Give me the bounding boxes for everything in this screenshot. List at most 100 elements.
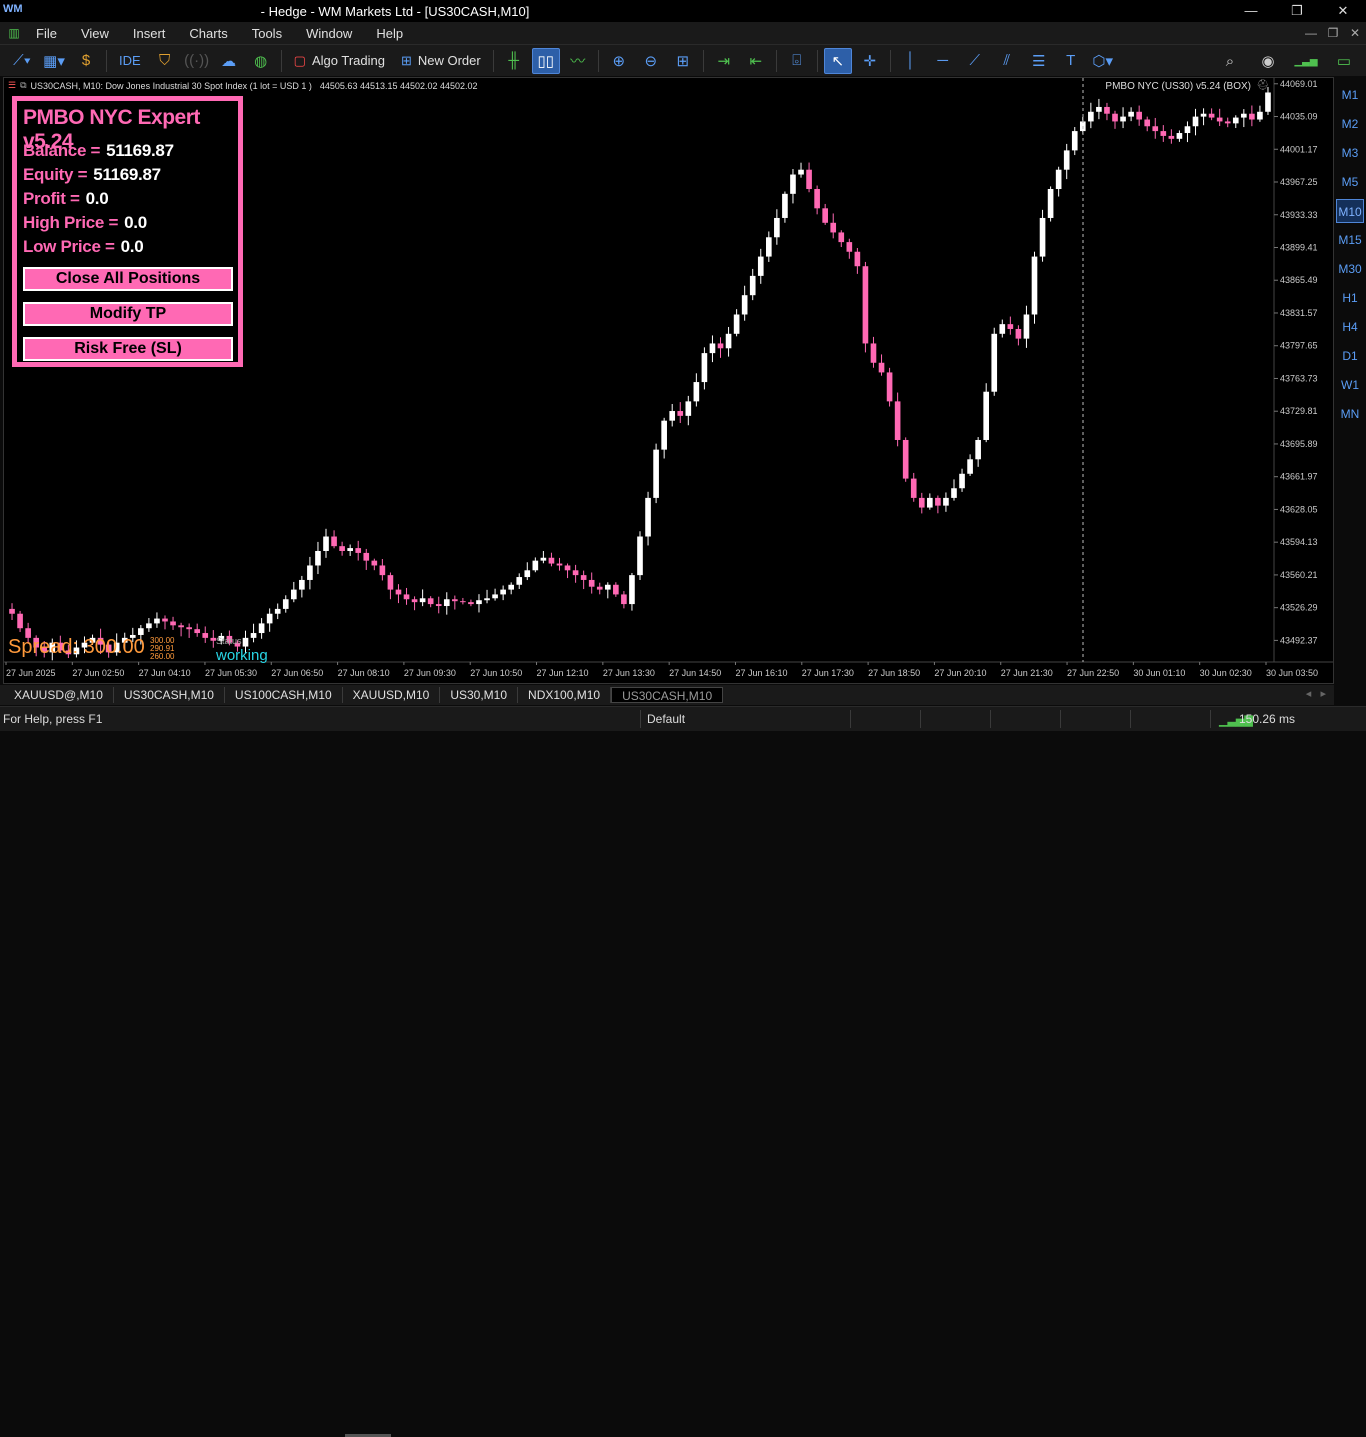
candle-body — [918, 497, 925, 508]
timeframe-m30[interactable]: M30 — [1336, 257, 1364, 281]
tab-us30-m10[interactable]: US30,M10 — [440, 687, 519, 703]
horizontal-line-icon[interactable]: ─ — [929, 48, 957, 74]
menu-window[interactable]: Window — [294, 26, 364, 41]
tab-xauusd-m10[interactable]: XAUUSD,M10 — [343, 687, 441, 703]
menu-file[interactable]: File — [24, 26, 69, 41]
ide-button[interactable]: IDE — [113, 48, 147, 74]
bar-chart-icon[interactable]: ╫ — [500, 48, 528, 74]
cloud-icon[interactable]: ☁ — [215, 48, 243, 74]
candle-body — [419, 598, 426, 603]
close-all-positions-button[interactable]: Close All Positions — [23, 267, 233, 291]
shapes-dropdown-icon[interactable]: ⬡▾ — [1089, 48, 1117, 74]
timeframe-mn[interactable]: MN — [1336, 402, 1364, 426]
timeframe-m2[interactable]: M2 — [1336, 112, 1364, 136]
tab-xauusd-at-m10[interactable]: XAUUSD@,M10 — [4, 687, 114, 703]
search-icon[interactable]: ⌕ — [1216, 48, 1244, 74]
chart-menu-icon[interactable]: ☰ — [8, 80, 16, 91]
timeframe-m15[interactable]: M15 — [1336, 228, 1364, 252]
screenshot-icon[interactable]: ⌻ — [783, 48, 811, 74]
menu-charts[interactable]: Charts — [177, 26, 239, 41]
candle-body — [323, 536, 329, 551]
candle-body — [556, 563, 563, 566]
y-tick-label: 43899.41 — [1280, 242, 1318, 252]
restore-button[interactable]: ❐ — [1274, 0, 1320, 22]
algo-trading-button[interactable]: ▢ Algo Trading — [288, 48, 391, 74]
zoom-in-icon[interactable]: ⊕ — [605, 48, 633, 74]
timeframe-m10[interactable]: M10 — [1336, 199, 1364, 223]
child-restore-icon[interactable]: ❐ — [1322, 22, 1344, 44]
status-label: Status — [216, 636, 242, 646]
child-close-icon[interactable]: ✕ — [1344, 22, 1366, 44]
y-tick-label: 43831.57 — [1280, 308, 1318, 318]
minimize-button[interactable]: — — [1228, 0, 1274, 22]
ping-value[interactable]: 150.26 ms — [1239, 712, 1295, 726]
candle-body — [1120, 116, 1126, 122]
x-tick-label: 30 Jun 01:10 — [1133, 668, 1185, 678]
candle-body — [1007, 324, 1014, 329]
menu-tools[interactable]: Tools — [240, 26, 294, 41]
x-tick-label: 27 Jun 2025 — [6, 668, 56, 678]
tab-us30cash-m10-active[interactable]: US30CASH,M10 — [611, 687, 724, 703]
risk-free-sl-button[interactable]: Risk Free (SL) — [23, 337, 233, 361]
tile-windows-icon[interactable]: ⊞ — [669, 48, 697, 74]
help-text: For Help, press F1 — [3, 712, 103, 726]
child-minimize-icon[interactable]: — — [1300, 22, 1322, 44]
auto-scroll-icon[interactable]: ⇥ — [710, 48, 738, 74]
timeframe-h1[interactable]: H1 — [1336, 286, 1364, 310]
account-icon[interactable]: ◉ — [1254, 48, 1282, 74]
y-tick-label: 43560.21 — [1280, 570, 1318, 580]
candle-body — [154, 618, 160, 624]
signal-icon[interactable]: ((·)) — [183, 48, 211, 74]
crosshair-icon[interactable]: ✛ — [856, 48, 884, 74]
menu-help[interactable]: Help — [364, 26, 415, 41]
menu-bar: ▥ File View Insert Charts Tools Window H… — [0, 22, 1366, 44]
new-order-button[interactable]: ⊞ New Order — [395, 48, 487, 74]
cursor-icon[interactable]: ↖ — [823, 47, 852, 74]
menu-insert[interactable]: Insert — [121, 26, 178, 41]
line-chart-dropdown-icon[interactable]: ⟋▾ — [8, 48, 36, 74]
chart-tabs: XAUUSD@,M10 US30CASH,M10 US100CASH,M10 X… — [0, 685, 1334, 705]
fibonacci-icon[interactable]: ☰ — [1025, 48, 1053, 74]
candle-body — [765, 237, 772, 257]
candle-body — [484, 598, 490, 601]
timeframe-w1[interactable]: W1 — [1336, 373, 1364, 397]
candle-body — [983, 391, 990, 440]
close-button[interactable]: ✕ — [1320, 0, 1366, 22]
line-chart-icon[interactable]: 〰 — [564, 48, 592, 74]
chart-window-icon[interactable]: ▥ — [4, 26, 24, 40]
chart-shift-icon[interactable]: ⇤ — [742, 48, 770, 74]
candle-body — [540, 557, 547, 561]
profit-label: Profit = — [23, 189, 80, 208]
timeframe-d1[interactable]: D1 — [1336, 344, 1364, 368]
market-bag-icon[interactable]: ⛉ — [151, 48, 179, 74]
tab-us30cash-m10[interactable]: US30CASH,M10 — [114, 687, 225, 703]
trendline-icon[interactable]: ⟋ — [961, 48, 989, 74]
tab-scroll-arrows-icon[interactable]: ◂ ▸ — [1306, 687, 1326, 700]
candle-body — [146, 623, 152, 629]
timeframe-m5[interactable]: M5 — [1336, 170, 1364, 194]
candle-body — [1200, 113, 1207, 117]
expert-advisor-label[interactable]: PMBO NYC (US30) v5.24 (BOX) — [1105, 81, 1251, 92]
y-tick-label: 43967.25 — [1280, 177, 1318, 187]
menu-view[interactable]: View — [69, 26, 121, 41]
indicators-dropdown-icon[interactable]: ▦▾ — [40, 48, 68, 74]
vps-globe-icon[interactable]: ◍ — [247, 48, 275, 74]
chart-header: ☰ ⧉ US30CASH, M10: Dow Jones Industrial … — [8, 80, 478, 91]
candlestick-chart-icon[interactable]: ▯▯ — [531, 47, 560, 74]
zoom-out-icon[interactable]: ⊖ — [637, 48, 665, 74]
text-icon[interactable]: T — [1057, 48, 1085, 74]
dollar-icon[interactable]: $ — [72, 48, 100, 74]
candle-body — [387, 575, 394, 590]
candle-body — [806, 169, 812, 190]
channel-icon[interactable]: ⫽ — [993, 48, 1021, 74]
timeframe-h4[interactable]: H4 — [1336, 315, 1364, 339]
timeframe-m3[interactable]: M3 — [1336, 141, 1364, 165]
signal-level-icon[interactable]: ▁▃▅ — [1292, 48, 1320, 74]
x-tick-label: 27 Jun 17:30 — [802, 668, 854, 678]
candle-body — [975, 439, 981, 460]
tab-us100cash-m10[interactable]: US100CASH,M10 — [225, 687, 343, 703]
tab-ndx100-m10[interactable]: NDX100,M10 — [518, 687, 612, 703]
timeframe-m1[interactable]: M1 — [1336, 83, 1364, 107]
vertical-line-icon[interactable]: │ — [897, 48, 925, 74]
modify-tp-button[interactable]: Modify TP — [23, 302, 233, 326]
